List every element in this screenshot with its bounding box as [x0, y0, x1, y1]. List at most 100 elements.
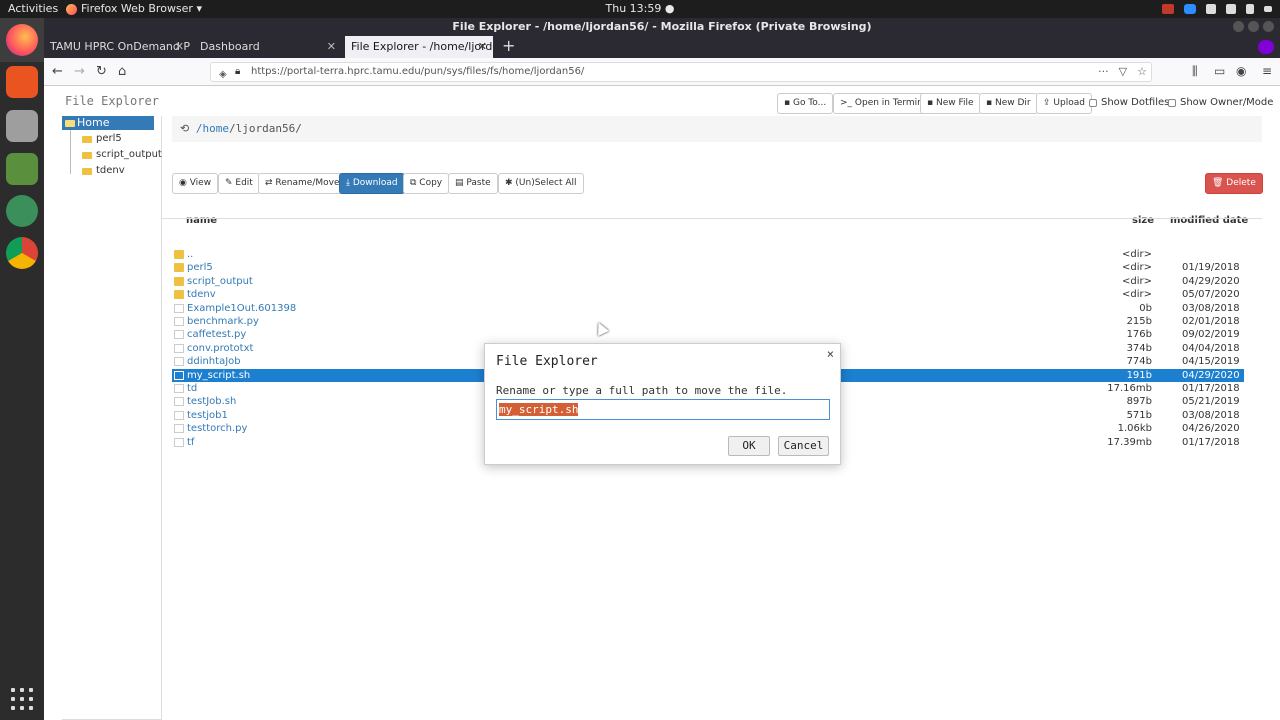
window-titlebar: File Explorer - /home/ljordan56/ - Mozil…: [44, 18, 1280, 36]
tracking-shield-icon[interactable]: ◈: [219, 66, 227, 84]
close-tab-icon[interactable]: ✕: [478, 36, 487, 58]
file-row[interactable]: script_output <dir> 04/29/2020: [172, 275, 1244, 288]
forward-icon[interactable]: →: [74, 64, 85, 80]
select-all-button[interactable]: ✱ (Un)Select All: [498, 173, 584, 194]
show-applications-icon[interactable]: [11, 688, 33, 710]
breadcrumb: ⟲ /home/ljordan56/: [172, 116, 1262, 142]
delete-button[interactable]: 🗑︎ Delete: [1205, 173, 1263, 194]
ok-button[interactable]: OK: [728, 436, 770, 456]
file-row[interactable]: Example1Out.601398 0b 03/08/2018: [172, 302, 1244, 315]
column-header-size[interactable]: size: [1132, 215, 1154, 226]
file-name-link[interactable]: my_script.sh: [187, 369, 250, 382]
tab-file-explorer[interactable]: File Explorer - /home/ljorda ✕: [345, 36, 493, 58]
refresh-icon[interactable]: ⟲: [180, 122, 189, 135]
tab-ondemand[interactable]: TAMU HPRC OnDemand Po ✕: [44, 36, 190, 58]
folder-icon: [174, 263, 184, 272]
view-button[interactable]: ◉ View: [172, 173, 219, 194]
system-menu-arrow-icon[interactable]: [1264, 6, 1272, 12]
home-icon[interactable]: ⌂: [118, 64, 126, 80]
rename-input[interactable]: my_script.sh: [496, 399, 830, 420]
new-file-button[interactable]: ▪ New File: [920, 93, 981, 114]
file-size: 374b: [1126, 343, 1152, 354]
back-icon[interactable]: ←: [52, 64, 63, 80]
page-actions-icon[interactable]: ···: [1098, 63, 1109, 81]
firefox-dock-icon[interactable]: [6, 24, 38, 56]
file-name-link[interactable]: testtorch.py: [187, 422, 247, 435]
file-name-link[interactable]: benchmark.py: [187, 315, 259, 328]
file-row[interactable]: tdenv <dir> 05/07/2020: [172, 288, 1244, 301]
file-name-link[interactable]: ddinhtaJob: [187, 355, 241, 368]
column-header-modified[interactable]: modified date: [1170, 215, 1248, 226]
copy-button[interactable]: ⧉ Copy: [403, 173, 450, 194]
file-modified-date: 03/08/2018: [1182, 303, 1240, 314]
file-row[interactable]: caffetest.py 176b 09/02/2019: [172, 328, 1244, 341]
image-viewer-icon[interactable]: [6, 153, 38, 185]
breadcrumb-home[interactable]: home: [202, 122, 229, 135]
url-bar[interactable]: ◈ 🔒︎ https://portal-terra.hprc.tamu.edu/…: [210, 62, 1152, 82]
file-row[interactable]: perl5 <dir> 01/19/2018: [172, 261, 1244, 274]
activities-button[interactable]: Activities: [8, 0, 58, 18]
file-name-link[interactable]: Example1Out.601398: [187, 302, 296, 315]
chrome-icon[interactable]: [6, 237, 38, 269]
file-row[interactable]: benchmark.py 215b 02/01/2018: [172, 315, 1244, 328]
maximize-icon[interactable]: [1248, 21, 1259, 32]
breadcrumb-sep: /: [228, 122, 236, 135]
minimize-icon[interactable]: [1233, 21, 1244, 32]
navigation-bar: ← → ↻ ⌂ ◈ 🔒︎ https://portal-terra.hprc.t…: [44, 58, 1280, 86]
app-menu[interactable]: Firefox Web Browser ▾: [66, 0, 202, 18]
library-icon[interactable]: ⫼: [1192, 64, 1198, 79]
file-row[interactable]: .. <dir>: [172, 248, 1244, 261]
file-name-link[interactable]: caffetest.py: [187, 328, 246, 341]
dialog-close-icon[interactable]: ×: [827, 347, 834, 361]
folder-icon: [65, 120, 75, 127]
show-dotfiles-checkbox[interactable]: Show Dotfiles: [1089, 97, 1169, 108]
paste-button[interactable]: ▤ Paste: [448, 173, 498, 194]
file-name-link[interactable]: script_output: [187, 275, 253, 288]
file-name-link[interactable]: tdenv: [187, 288, 216, 301]
app-globe-icon[interactable]: [6, 195, 38, 227]
account-icon[interactable]: ◉: [1236, 64, 1246, 78]
goto-button[interactable]: ▪ Go To...: [777, 93, 834, 114]
software-center-icon[interactable]: [6, 66, 38, 98]
tree-root-home[interactable]: Home Directory: [62, 116, 154, 143]
pocket-icon[interactable]: ▽: [1119, 63, 1127, 81]
new-tab-icon[interactable]: +: [502, 36, 515, 56]
wifi-icon: [1206, 4, 1216, 14]
checkbox-box[interactable]: [1168, 98, 1176, 107]
rename-move-button[interactable]: ⇄ Rename/Move: [258, 173, 347, 194]
close-tab-icon[interactable]: ✕: [175, 36, 184, 58]
tree-item-tdenv[interactable]: tdenv: [82, 164, 125, 178]
file-name-link[interactable]: testjob1: [187, 409, 228, 422]
column-header-name[interactable]: name: [186, 215, 217, 226]
menu-icon[interactable]: ≡: [1262, 64, 1272, 78]
zoom-icon[interactable]: [1184, 4, 1196, 14]
new-dir-button[interactable]: ▪ New Dir: [979, 93, 1038, 114]
file-size: 1.06kb: [1117, 423, 1152, 434]
show-owner-mode-checkbox[interactable]: Show Owner/Mode: [1168, 97, 1273, 108]
cancel-button[interactable]: Cancel: [778, 436, 829, 456]
file-name-link[interactable]: testJob.sh: [187, 395, 236, 408]
tree-item-perl5[interactable]: perl5: [82, 132, 122, 146]
tree-item-script-output[interactable]: script_output: [82, 148, 162, 162]
file-modified-date: 05/21/2019: [1182, 396, 1240, 407]
file-name-link[interactable]: td: [187, 382, 197, 395]
close-tab-icon[interactable]: ✕: [327, 36, 336, 58]
lock-icon[interactable]: 🔒︎: [235, 63, 240, 81]
download-button[interactable]: ⤓ Download: [339, 173, 405, 194]
tab-dashboard[interactable]: Dashboard ✕: [194, 36, 342, 58]
app-brand[interactable]: File Explorer: [65, 94, 159, 108]
system-tray[interactable]: [1162, 0, 1272, 18]
file-name-link[interactable]: ..: [187, 248, 193, 261]
file-name-link[interactable]: tf: [187, 436, 194, 449]
upload-button[interactable]: ⇪ Upload: [1036, 93, 1092, 114]
file-name-link[interactable]: conv.prototxt: [187, 342, 253, 355]
bookmark-star-icon[interactable]: ☆: [1137, 63, 1147, 81]
checkbox-box[interactable]: [1089, 98, 1097, 107]
reload-icon[interactable]: ↻: [96, 64, 107, 80]
file-name-link[interactable]: perl5: [187, 261, 213, 274]
files-icon[interactable]: [6, 110, 38, 142]
close-window-icon[interactable]: [1263, 21, 1274, 32]
sidebar-icon[interactable]: ▭: [1214, 64, 1225, 78]
new-dir-label: New Dir: [994, 98, 1031, 108]
edit-button[interactable]: ✎ Edit: [218, 173, 260, 194]
